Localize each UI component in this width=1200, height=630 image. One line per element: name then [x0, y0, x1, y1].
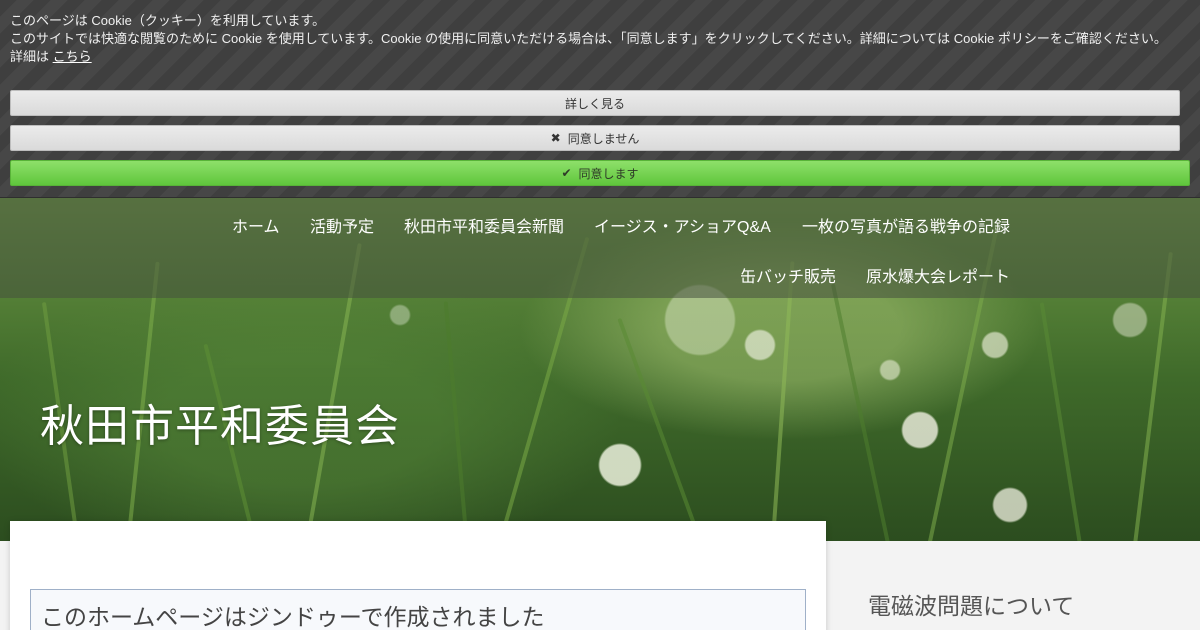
decline-button[interactable]: ✖ 同意しません: [10, 125, 1180, 151]
check-icon: ✔: [561, 166, 572, 180]
jimdo-notice-box: このホームページはジンドゥーで作成されました: [30, 589, 806, 630]
main-content: このホームページはジンドゥーで作成されました: [10, 521, 826, 630]
nav-item-home[interactable]: ホーム: [232, 213, 280, 237]
close-icon: ✖: [550, 131, 561, 145]
nav-item-activity-schedule[interactable]: 活動予定: [310, 213, 374, 237]
cookie-banner: このページは Cookie（クッキー）を利用しています。 このサイトでは快適な閲…: [0, 0, 1200, 198]
nav-item-aegis-ashore-qa[interactable]: イージス・アショアQ&A: [594, 213, 771, 237]
nav-item-war-photo-records[interactable]: 一枚の写真が語る戦争の記録: [802, 213, 1010, 237]
accept-label: 同意します: [578, 166, 639, 181]
learn-more-label: 詳しく見る: [564, 96, 625, 111]
nav-item-newspaper[interactable]: 秋田市平和委員会新聞: [404, 213, 564, 237]
cookie-details-prefix: 詳細は: [10, 49, 53, 64]
cookie-description-line: このサイトでは快適な閲覧のために Cookie を使用しています。Cookie …: [10, 31, 1167, 46]
decline-label: 同意しません: [567, 131, 640, 146]
jimdo-notice-text: このホームページはジンドゥーで作成されました: [41, 605, 545, 630]
site-title: 秋田市平和委員会: [40, 401, 400, 452]
nav-item-badge-sales[interactable]: 缶バッチ販売: [740, 263, 836, 287]
cookie-details-link[interactable]: こちら: [53, 49, 92, 64]
accept-button[interactable]: ✔ 同意します: [10, 160, 1190, 186]
sidebar-heading: 電磁波問題について: [868, 594, 1075, 620]
cookie-notice-line: このページは Cookie（クッキー）を利用しています。: [10, 13, 326, 28]
cookie-message: このページは Cookie（クッキー）を利用しています。 このサイトでは快適な閲…: [10, 12, 1195, 66]
learn-more-button[interactable]: 詳しく見る: [10, 90, 1180, 116]
main-navigation: ホーム 活動予定 秋田市平和委員会新聞 イージス・アショアQ&A 一枚の写真が語…: [0, 198, 1200, 298]
cookie-details-line: 詳細は こちら: [10, 48, 1195, 66]
nav-item-gensuikin-report[interactable]: 原水爆大会レポート: [866, 263, 1010, 287]
